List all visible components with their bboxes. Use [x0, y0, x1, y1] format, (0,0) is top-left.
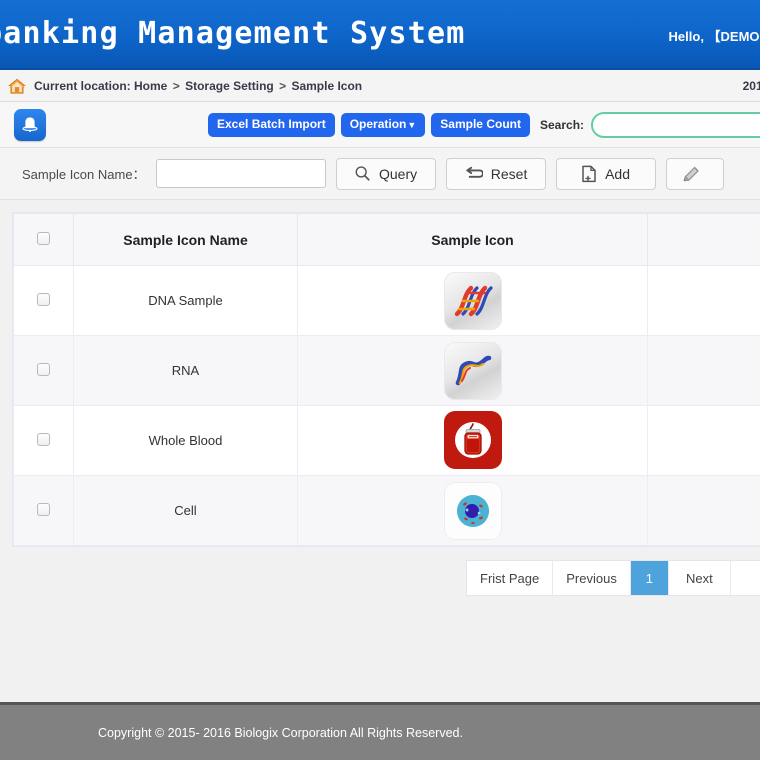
row-icon-cell [297, 335, 648, 406]
search-group: Search: [540, 102, 760, 148]
sample-icon-table-container: Sample Icon Name Sample Icon DNA Sample [12, 212, 760, 547]
select-all-header [13, 213, 74, 266]
row-select-cell [13, 335, 74, 406]
breadcrumb: Current location: Home > Storage Setting… [8, 70, 362, 102]
row-extra-cell [647, 405, 760, 476]
sample-count-label: Sample Count [440, 117, 521, 132]
column-header-sample-icon-name[interactable]: Sample Icon Name [73, 213, 298, 266]
select-all-checkbox[interactable] [37, 231, 50, 245]
dna-icon [443, 271, 502, 330]
query-button[interactable]: Query [335, 157, 436, 190]
table-row[interactable]: Whole Blood [13, 405, 760, 476]
breadcrumb-separator-2: > [279, 79, 287, 93]
copyright-text: Copyright © 2015- 2016 Biologix Corporat… [98, 725, 463, 740]
bell-icon [22, 117, 38, 132]
breadcrumb-separator-1: > [172, 79, 180, 93]
row-extra-cell [647, 335, 760, 406]
row-select-cell [13, 405, 74, 476]
rna-icon [443, 341, 502, 400]
add-button[interactable]: Add [555, 157, 656, 190]
breadcrumb-label: Current location: [34, 79, 131, 93]
add-label: Add [605, 165, 631, 182]
row-select-cell [13, 475, 74, 546]
sample-count-button[interactable]: Sample Count [431, 113, 530, 137]
filter-bar: Sample Icon Name： Query Reset Add [0, 148, 760, 200]
query-label: Query [379, 165, 418, 182]
table-header-row: Sample Icon Name Sample Icon [13, 213, 760, 266]
row-extra-cell [647, 475, 760, 546]
row-icon-cell [297, 405, 648, 476]
excel-batch-import-label: Excel Batch Import [217, 117, 326, 132]
search-label: Search: [540, 118, 585, 132]
sample-icon-name-input[interactable] [155, 159, 326, 188]
reset-button[interactable]: Reset [445, 157, 546, 190]
row-checkbox[interactable] [37, 362, 50, 376]
toolbar-button-group: Excel Batch Import Operation▼ Sample Cou… [208, 102, 530, 148]
notifications-button[interactable] [14, 109, 46, 141]
edit-button[interactable] [665, 157, 724, 190]
current-date: 2016-1 [742, 79, 760, 93]
page-title: banking Management System [0, 16, 466, 51]
excel-batch-import-button[interactable]: Excel Batch Import [208, 113, 335, 137]
operation-dropdown-button[interactable]: Operation▼ [340, 113, 426, 137]
row-select-cell [13, 265, 74, 336]
pagination-first-page[interactable]: Frist Page [467, 561, 554, 595]
row-name-cell: RNA [73, 335, 298, 406]
reset-icon [466, 166, 483, 178]
chevron-down-icon: ▼ [407, 120, 417, 131]
page-footer: Copyright © 2015- 2016 Biologix Corporat… [0, 702, 760, 760]
table-row[interactable]: DNA Sample [13, 265, 760, 336]
row-extra-cell [647, 265, 760, 336]
add-document-icon [582, 165, 596, 182]
sample-icon-table: Sample Icon Name Sample Icon DNA Sample [13, 213, 760, 546]
user-greeting: Hello, 【DEMO00 [668, 29, 760, 44]
page-root: banking Management System Hello, 【DEMO00… [0, 0, 760, 760]
search-icon [355, 166, 370, 181]
home-icon [8, 78, 26, 94]
row-checkbox[interactable] [37, 432, 50, 446]
pagination: Frist Page Previous 1 Next [466, 560, 760, 596]
row-name-cell: Whole Blood [73, 405, 298, 476]
row-name-cell: Cell [73, 475, 298, 546]
row-checkbox[interactable] [37, 292, 50, 306]
pagination-previous[interactable]: Previous [553, 561, 631, 595]
blood-bag-icon [443, 411, 502, 469]
row-icon-cell [297, 265, 648, 336]
breadcrumb-bar: Current location: Home > Storage Setting… [0, 70, 760, 102]
row-name-cell: DNA Sample [73, 265, 298, 336]
column-header-extra [647, 213, 760, 266]
table-row[interactable]: RNA [13, 335, 760, 406]
column-header-sample-icon[interactable]: Sample Icon [297, 213, 648, 266]
operation-label: Operation [349, 117, 407, 132]
pencil-icon [683, 166, 699, 181]
breadcrumb-item-home[interactable]: Home [134, 79, 167, 93]
cell-icon [443, 481, 502, 540]
table-row[interactable]: Cell [13, 475, 760, 546]
breadcrumb-text: Current location: Home > Storage Setting… [34, 79, 362, 93]
breadcrumb-item-storage-setting[interactable]: Storage Setting [185, 79, 274, 93]
pagination-next[interactable]: Next [668, 561, 731, 595]
pagination-last-page[interactable] [730, 561, 760, 595]
action-toolbar: Excel Batch Import Operation▼ Sample Cou… [0, 102, 760, 148]
breadcrumb-item-sample-icon[interactable]: Sample Icon [291, 79, 362, 93]
row-icon-cell [297, 475, 648, 546]
pagination-page-1[interactable]: 1 [630, 561, 669, 595]
sample-icon-name-label: Sample Icon Name： [22, 167, 146, 182]
search-input[interactable] [591, 112, 760, 138]
reset-label: Reset [490, 165, 528, 182]
app-header: banking Management System Hello, 【DEMO00 [0, 0, 760, 70]
row-checkbox[interactable] [37, 502, 50, 516]
